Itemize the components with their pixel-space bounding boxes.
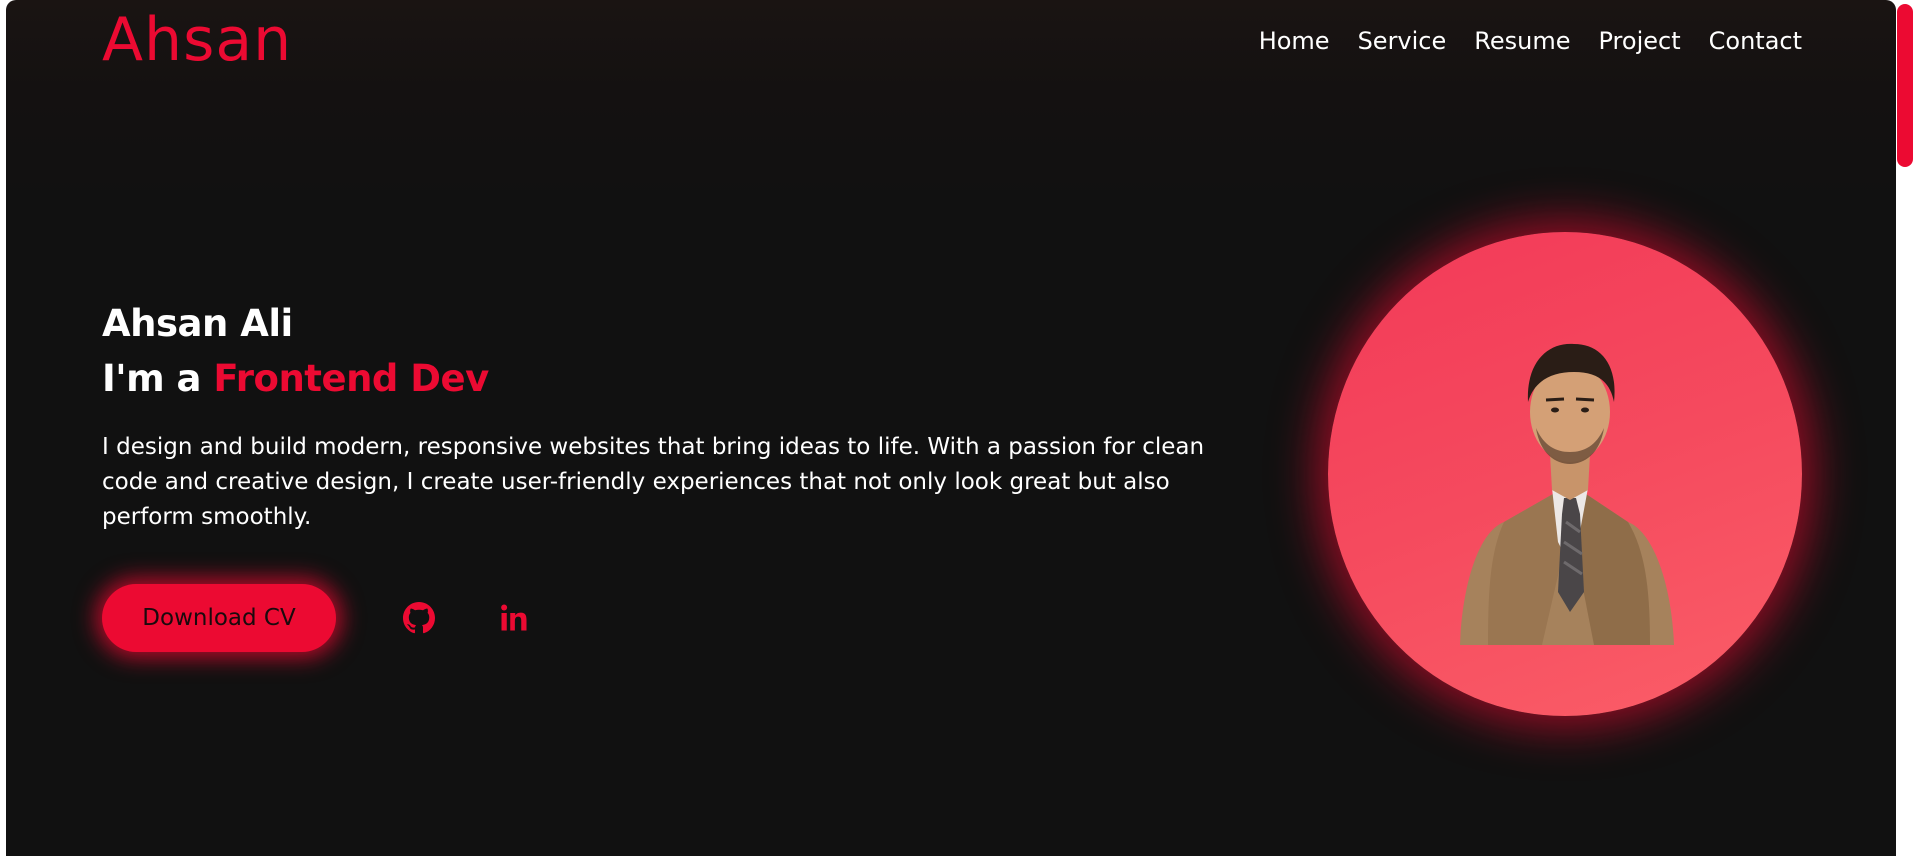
github-icon bbox=[403, 602, 435, 634]
nav-resume[interactable]: Resume bbox=[1474, 22, 1570, 60]
nav-service[interactable]: Service bbox=[1358, 22, 1447, 60]
download-cv-button[interactable]: Download CV bbox=[102, 584, 336, 652]
linkedin-icon bbox=[501, 604, 527, 631]
hero-name: Ahsan Ali bbox=[102, 302, 293, 345]
hero-role-prefix: I'm a bbox=[102, 357, 214, 400]
nav-home[interactable]: Home bbox=[1259, 22, 1330, 60]
main-nav: Home Service Resume Project Contact bbox=[1259, 22, 1802, 60]
brand-logo[interactable]: Ahsan bbox=[102, 4, 292, 76]
profile-avatar bbox=[1328, 232, 1802, 716]
nav-project[interactable]: Project bbox=[1599, 22, 1681, 60]
scrollbar-thumb[interactable] bbox=[1897, 4, 1913, 167]
linkedin-link[interactable] bbox=[494, 598, 534, 638]
hero-role: I'm a Frontend Dev bbox=[102, 353, 489, 405]
github-link[interactable] bbox=[399, 598, 439, 638]
hero-description: I design and build modern, responsive we… bbox=[102, 434, 1205, 530]
profile-photo bbox=[1460, 343, 1674, 645]
nav-contact[interactable]: Contact bbox=[1709, 22, 1802, 60]
page: Ahsan Home Service Resume Project Contac… bbox=[6, 0, 1896, 856]
hero-role-accent: Frontend Dev bbox=[213, 357, 489, 400]
